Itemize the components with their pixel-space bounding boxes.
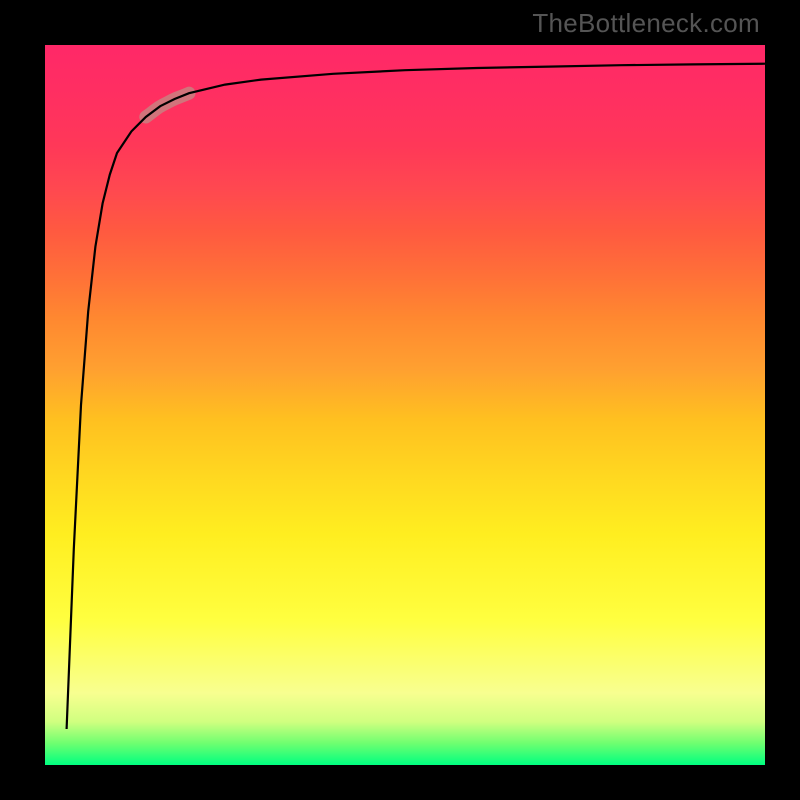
- plot-area: [45, 45, 765, 765]
- watermark-text: TheBottleneck.com: [532, 8, 760, 39]
- curve-svg: [45, 45, 765, 765]
- curve-highlight: [146, 93, 189, 117]
- bottleneck-curve: [67, 64, 765, 729]
- chart-container: TheBottleneck.com: [0, 0, 800, 800]
